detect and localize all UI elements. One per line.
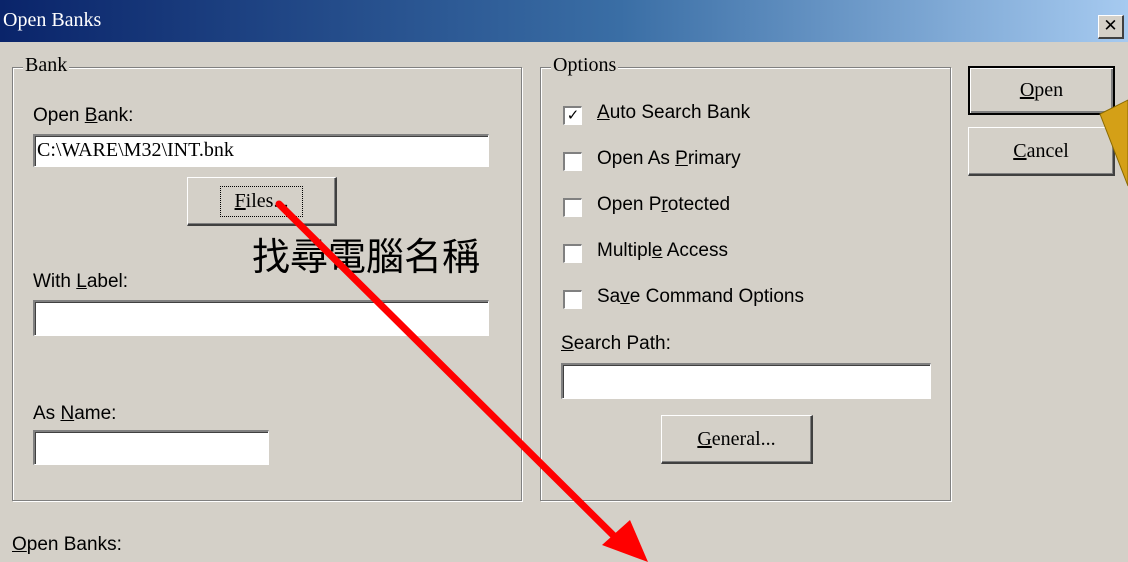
open-button[interactable]: Open xyxy=(968,66,1115,115)
annotation-text: 找尋電腦名稱 xyxy=(252,235,481,279)
checkbox-label-1[interactable]: Open As Primary xyxy=(597,148,741,170)
open-bank-input[interactable]: C:\WARE\M32\INT.bnk xyxy=(33,134,489,167)
with-label-label: With Label: xyxy=(33,271,129,292)
open-banks-label: Open Banks: xyxy=(12,534,122,555)
checkbox-4[interactable] xyxy=(563,290,582,309)
as-name-input[interactable] xyxy=(33,430,269,465)
checkbox-1[interactable] xyxy=(563,152,582,171)
close-button[interactable]: ✕ xyxy=(1098,15,1124,39)
checkbox-0[interactable]: ✓ xyxy=(563,106,582,125)
open-bank-label: Open Bank: xyxy=(33,105,134,126)
general-button[interactable]: General... xyxy=(661,415,813,464)
search-path-input[interactable] xyxy=(561,363,931,399)
window-title: Open Banks xyxy=(3,9,102,31)
bank-group-legend: Bank xyxy=(23,54,70,77)
title-bar: Open Banks ✕ xyxy=(0,0,1128,42)
checkbox-label-3[interactable]: Multiple Access xyxy=(597,240,728,262)
with-label-input[interactable] xyxy=(33,300,489,336)
checkbox-label-0[interactable]: Auto Search Bank xyxy=(597,102,750,124)
search-path-label: Search Path: xyxy=(561,333,671,354)
checkbox-label-2[interactable]: Open Protected xyxy=(597,194,730,216)
red-arrow-head xyxy=(602,520,648,562)
checkbox-label-4[interactable]: Save Command Options xyxy=(597,286,804,308)
checkbox-2[interactable] xyxy=(563,198,582,217)
files-button[interactable]: Files... xyxy=(187,177,337,226)
checkbox-3[interactable] xyxy=(563,244,582,263)
close-icon: ✕ xyxy=(1103,16,1118,36)
cancel-button[interactable]: Cancel xyxy=(968,127,1115,176)
options-group-legend: Options xyxy=(551,54,619,77)
as-name-label: As Name: xyxy=(33,403,117,424)
